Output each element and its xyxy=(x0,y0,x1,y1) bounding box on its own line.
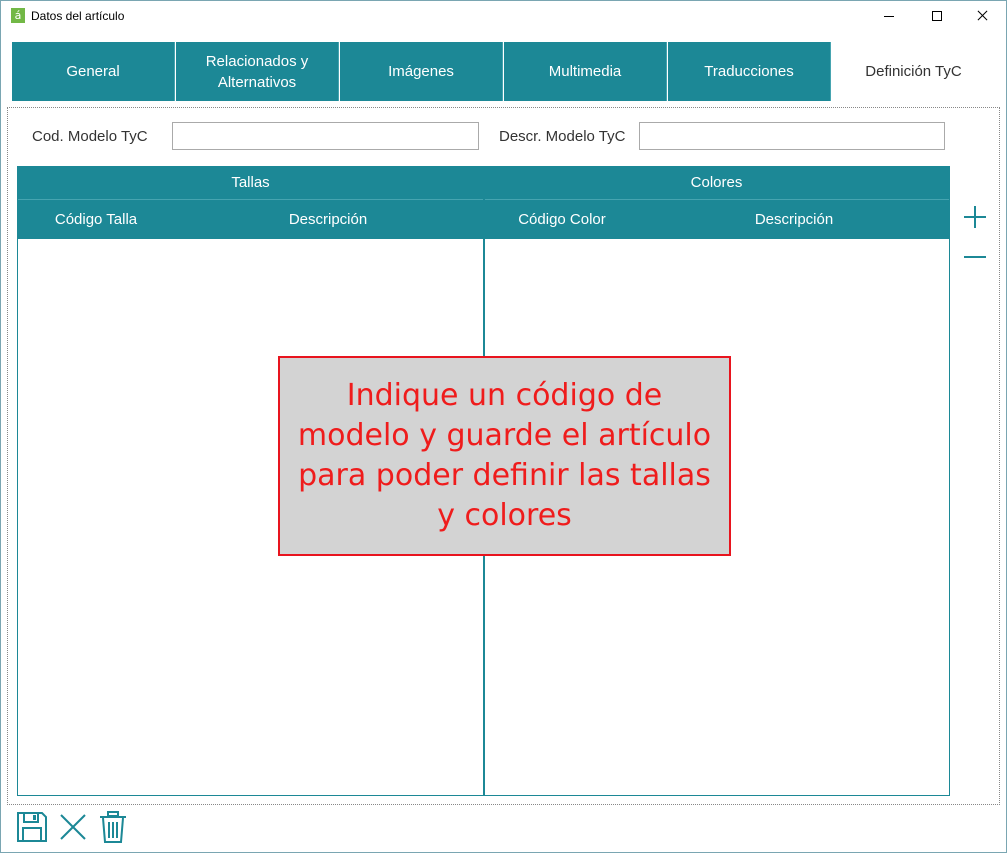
overlay-message: Indique un código de modelo y guarde el … xyxy=(297,378,712,533)
tab-images[interactable]: Imágenes xyxy=(340,42,503,101)
title-bar: á Datos del artículo xyxy=(1,1,1006,31)
sizes-group-title: Tallas xyxy=(231,174,270,191)
trash-icon[interactable] xyxy=(97,811,129,843)
color-description-column-header[interactable]: Descripción xyxy=(684,200,904,239)
app-icon: á xyxy=(11,8,25,23)
close-window-button[interactable] xyxy=(959,1,1005,31)
minus-icon[interactable] xyxy=(963,244,989,270)
tab-tyc-definition[interactable]: Definición TyC xyxy=(832,42,995,101)
cod-modelo-input[interactable] xyxy=(172,122,479,150)
tab-related-alternatives[interactable]: Relacionados y Alternativos xyxy=(176,42,339,101)
save-icon[interactable] xyxy=(16,811,48,843)
tab-general[interactable]: General xyxy=(12,42,175,101)
descr-modelo-input[interactable] xyxy=(639,122,945,150)
cod-modelo-label: Cod. Modelo TyC xyxy=(32,128,148,145)
tab-bar: General Relacionados y Alternativos Imág… xyxy=(12,42,999,101)
descr-modelo-label: Descr. Modelo TyC xyxy=(499,128,626,145)
color-code-column-header[interactable]: Código Color xyxy=(484,200,640,239)
close-icon[interactable] xyxy=(57,811,89,843)
minimize-button[interactable] xyxy=(866,1,912,31)
size-code-column-header[interactable]: Código Talla xyxy=(18,200,174,239)
info-overlay: Indique un código de modelo y guarde el … xyxy=(278,356,731,556)
colors-group-title: Colores xyxy=(690,174,743,191)
tab-translations[interactable]: Traducciones xyxy=(668,42,831,101)
size-description-column-header[interactable]: Descripción xyxy=(218,200,438,239)
article-data-window: á Datos del artículo General Relacionado… xyxy=(0,0,1007,853)
plus-icon[interactable] xyxy=(963,204,989,230)
maximize-button[interactable] xyxy=(913,1,959,31)
window-title: Datos del artículo xyxy=(31,9,125,23)
tab-multimedia[interactable]: Multimedia xyxy=(504,42,667,101)
